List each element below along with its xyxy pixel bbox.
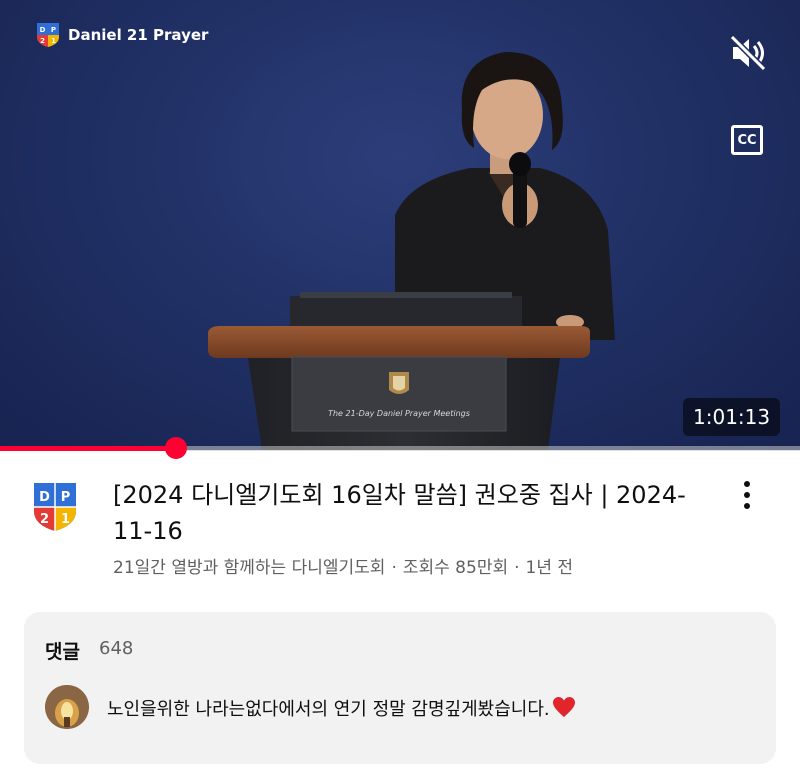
video-player[interactable]: The 21-Day Daniel Prayer Meetings D P 2 … [0, 0, 800, 450]
separator: · [391, 558, 397, 578]
logo-letter: 1 [51, 37, 56, 45]
separator: · [514, 558, 520, 578]
upload-age: 1년 전 [525, 558, 574, 578]
logo-letter: 2 [40, 512, 49, 527]
view-count: 조회수 85만회 [402, 558, 509, 578]
cc-label: CC [737, 132, 757, 148]
channel-logo-icon: D P 2 1 [37, 23, 59, 47]
comments-section[interactable]: 댓글 648 노인을위한 나라는없다에서의 연기 정말 감명깊게봤습니다. [24, 612, 776, 764]
closed-captions-button[interactable]: CC [731, 125, 763, 155]
channel-avatar[interactable]: D P 2 1 [32, 481, 78, 533]
video-frame: The 21-Day Daniel Prayer Meetings [208, 52, 615, 450]
muted-speaker-icon[interactable] [728, 33, 768, 73]
video-title[interactable]: [2024 다니엘기도회 16일차 말씀] 권오중 집사 | 2024-11-1… [113, 477, 703, 549]
logo-letter: 1 [61, 512, 70, 527]
top-comment: 노인을위한 나라는없다에서의 연기 정말 감명깊게봤습니다. [107, 695, 576, 721]
logo-letter: D [39, 490, 50, 505]
progress-scrubber-handle[interactable] [165, 437, 187, 459]
more-options-icon[interactable] [735, 478, 759, 514]
podium-sign-text: The 21-Day Daniel Prayer Meetings [328, 409, 470, 418]
top-comment-text: 노인을위한 나라는없다에서의 연기 정말 감명깊게봤습니다. [107, 699, 550, 720]
progress-bar-fill [0, 446, 176, 451]
duration-label: 1:01:13 [693, 405, 771, 429]
comments-label: 댓글 [45, 641, 80, 663]
red-heart-icon [552, 697, 575, 717]
video-metadata: 21일간 열방과 함께하는 다니엘기도회 · 조회수 85만회 · 1년 전 [113, 553, 573, 578]
progress-bar[interactable] [0, 446, 800, 451]
channel-name[interactable]: 21일간 열방과 함께하는 다니엘기도회 [113, 558, 385, 578]
commenter-avatar[interactable] [45, 685, 89, 729]
video-duration: 1:01:13 [683, 398, 781, 436]
channel-watermark[interactable]: D P 2 1 Daniel 21 Prayer [36, 22, 208, 48]
logo-letter: D [40, 26, 46, 34]
logo-letter: 2 [40, 37, 45, 45]
logo-letter: P [61, 490, 71, 505]
comments-count: 648 [99, 638, 134, 659]
logo-letter: P [51, 26, 56, 34]
channel-watermark-label: Daniel 21 Prayer [68, 26, 209, 44]
